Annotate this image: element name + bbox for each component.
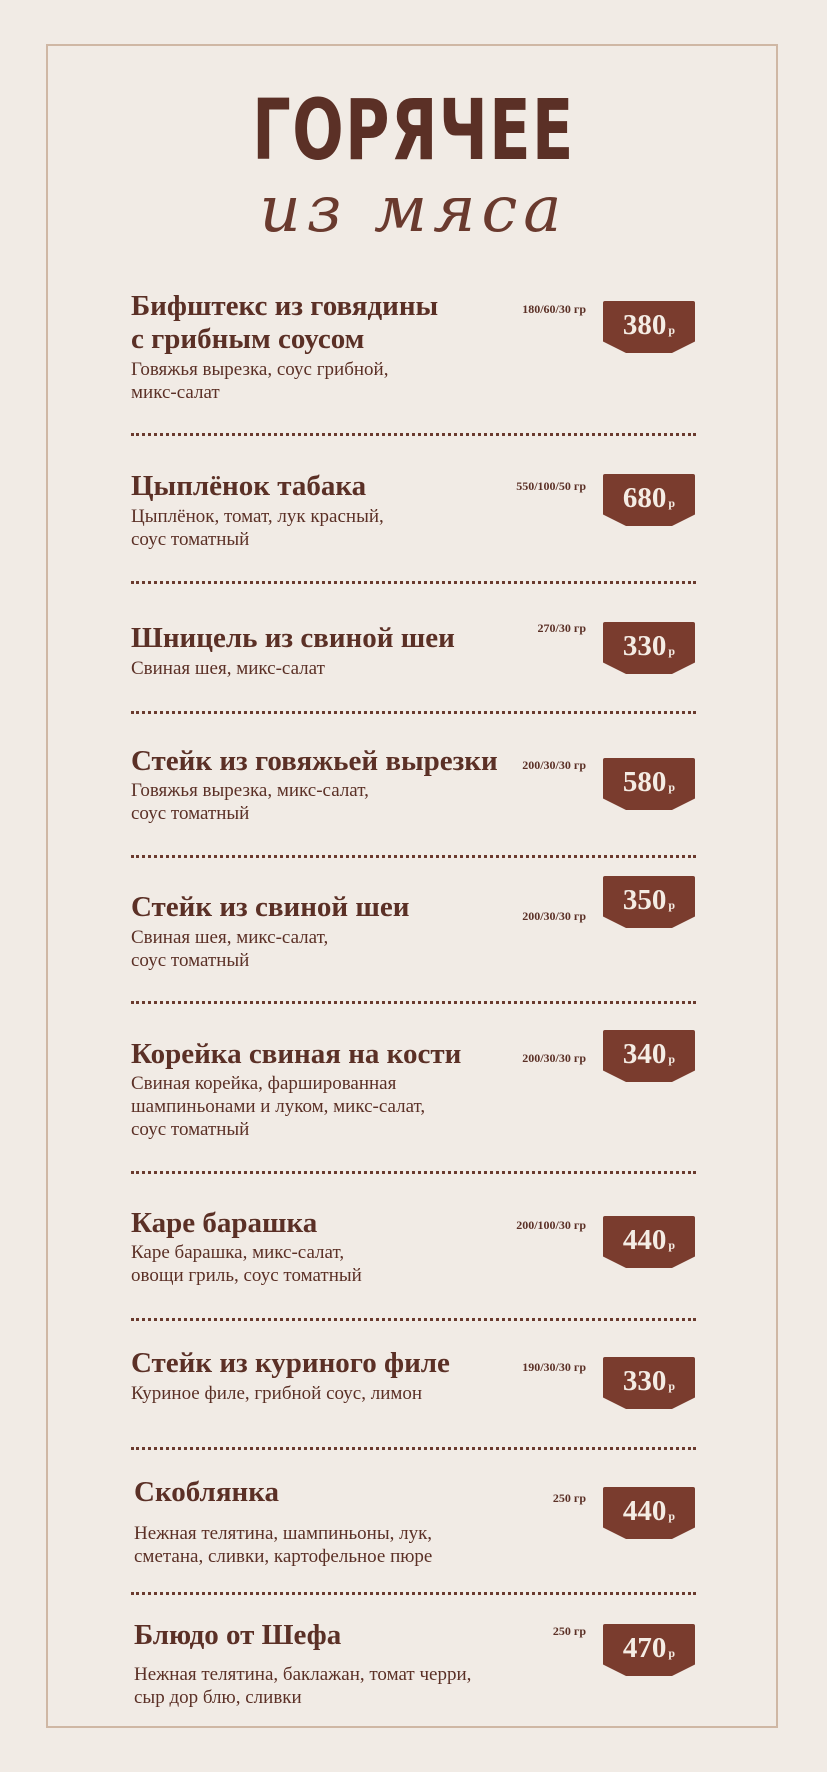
dish-weight: 270/30 гр bbox=[537, 621, 586, 635]
dish-name: Шницель из свиной шеи bbox=[131, 622, 455, 654]
dotted-separator bbox=[131, 1171, 696, 1174]
dish-weight: 550/100/50 гр bbox=[516, 479, 586, 493]
price-badge: 330 р bbox=[603, 622, 695, 674]
price-value: 350 bbox=[622, 884, 667, 916]
currency-symbol: р bbox=[668, 1379, 676, 1393]
dotted-separator bbox=[131, 1447, 696, 1450]
price-badge: 470 р bbox=[603, 1624, 695, 1676]
dish-weight: 200/30/30 гр bbox=[522, 1051, 586, 1065]
dish-weight: 200/30/30 гр bbox=[522, 758, 586, 772]
dish-weight: 190/30/30 гр bbox=[522, 1360, 586, 1374]
dish-description: Нежная телятина, баклажан, томат черри, … bbox=[134, 1664, 472, 1708]
dotted-separator bbox=[131, 1001, 696, 1004]
currency-symbol: р bbox=[668, 1646, 676, 1660]
menu-subtitle: из мяса bbox=[259, 173, 568, 247]
dotted-separator bbox=[131, 433, 696, 436]
dish-description: Каре барашка, микс-салат, овощи гриль, с… bbox=[131, 1242, 362, 1286]
price-value: 380 bbox=[622, 309, 667, 341]
currency-symbol: р bbox=[668, 644, 676, 658]
price-badge: 580 р bbox=[603, 758, 695, 810]
dish-weight: 200/30/30 гр bbox=[522, 909, 586, 923]
dish-description: Свиная шея, микс-салат, соус томатный bbox=[131, 927, 329, 971]
currency-symbol: р bbox=[668, 1052, 676, 1066]
dish-description: Свиная корейка, фаршированная шампиньона… bbox=[131, 1073, 426, 1140]
dish-name: Скоблянка bbox=[134, 1476, 279, 1508]
currency-symbol: р bbox=[668, 898, 676, 912]
dish-description: Говяжья вырезка, соус грибной, микс-сала… bbox=[131, 359, 389, 403]
dish-name: Бифштекс из говядины с грибным соусом bbox=[131, 290, 439, 355]
price-value: 680 bbox=[622, 482, 667, 514]
currency-symbol: р bbox=[668, 1509, 676, 1523]
dotted-separator bbox=[131, 711, 696, 714]
price-value: 330 bbox=[622, 630, 667, 662]
dish-description: Нежная телятина, шампиньоны, лук, сметан… bbox=[134, 1523, 433, 1567]
price-badge: 440 р bbox=[603, 1216, 695, 1268]
dish-description: Цыплёнок, томат, лук красный, соус томат… bbox=[131, 506, 384, 550]
price-value: 580 bbox=[622, 766, 667, 798]
dish-name: Корейка свиная на кости bbox=[131, 1038, 462, 1070]
dish-name: Блюдо от Шефа bbox=[134, 1619, 342, 1651]
currency-symbol: р bbox=[668, 1238, 676, 1252]
price-value: 330 bbox=[622, 1365, 667, 1397]
price-value: 440 bbox=[622, 1224, 667, 1256]
dish-name: Стейк из говяжьей вырезки bbox=[131, 745, 498, 777]
dish-name: Стейк из свиной шеи bbox=[131, 891, 410, 923]
dish-name: Цыплёнок табака bbox=[131, 470, 367, 502]
dish-weight: 200/100/30 гр bbox=[516, 1218, 586, 1232]
price-value: 470 bbox=[622, 1632, 667, 1664]
dish-description: Говяжья вырезка, микс-салат, соус томатн… bbox=[131, 780, 369, 824]
dish-description: Куриное филе, грибной соус, лимон bbox=[131, 1383, 423, 1404]
menu-title: ГОРЯЧЕЕ bbox=[252, 81, 575, 179]
dish-weight: 250 гр bbox=[552, 1491, 586, 1505]
dish-name: Каре барашка bbox=[131, 1207, 318, 1239]
dotted-separator bbox=[131, 581, 696, 584]
dotted-separator bbox=[131, 1318, 696, 1321]
currency-symbol: р bbox=[668, 496, 676, 510]
dish-description: Свиная шея, микс-салат bbox=[131, 658, 325, 679]
price-badge: 380 р bbox=[603, 301, 695, 353]
dotted-separator bbox=[131, 855, 696, 858]
currency-symbol: р bbox=[668, 780, 676, 794]
price-badge: 440 р bbox=[603, 1487, 695, 1539]
price-badge: 340 р bbox=[603, 1030, 695, 1082]
dish-weight: 180/60/30 гр bbox=[522, 302, 586, 316]
dish-name: Стейк из куриного филе bbox=[131, 1347, 450, 1379]
price-value: 340 bbox=[622, 1038, 667, 1070]
price-badge: 350 р bbox=[603, 876, 695, 928]
price-badge: 330 р bbox=[603, 1357, 695, 1409]
price-value: 440 bbox=[622, 1495, 667, 1527]
dish-weight: 250 гр bbox=[552, 1624, 586, 1638]
price-badge: 680 р bbox=[603, 474, 695, 526]
dotted-separator bbox=[131, 1592, 696, 1595]
currency-symbol: р bbox=[668, 323, 676, 337]
